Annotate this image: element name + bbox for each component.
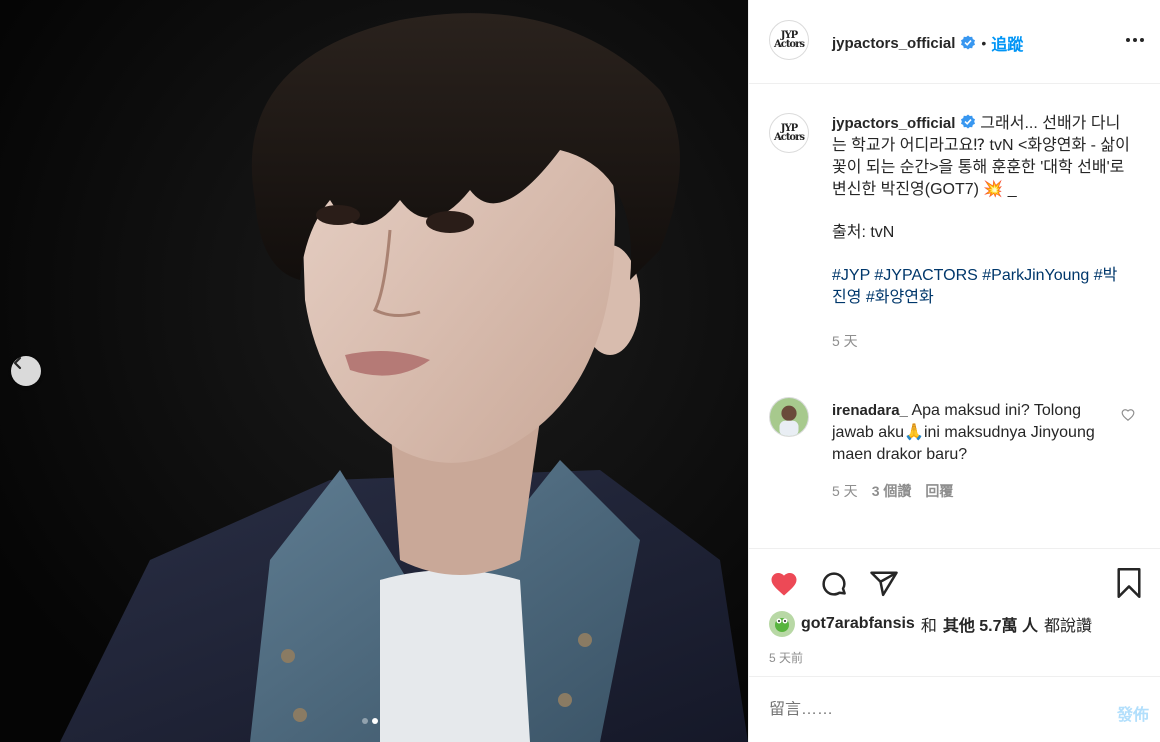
post-timestamp[interactable]: 5 天前 (769, 649, 803, 666)
verified-icon (960, 114, 975, 129)
comment-likes[interactable]: 3 個讚 (872, 480, 912, 502)
chevron-left-icon (13, 356, 22, 370)
caption-source: 출처: tvN (832, 224, 895, 241)
heart-outline-icon (1121, 409, 1135, 422)
comment-reply-button[interactable]: 回覆 (925, 480, 953, 502)
frog-icon (775, 618, 789, 632)
more-options-button[interactable] (1125, 30, 1145, 55)
caption-username[interactable]: jypactors_official (832, 115, 955, 132)
comment-like-button[interactable] (1121, 408, 1135, 427)
comment-username[interactable]: irenadara_ (832, 402, 908, 419)
carousel-dot (362, 718, 368, 724)
comment-icon (822, 572, 846, 596)
add-comment-form: 發佈 (749, 676, 1160, 742)
liker-avatar[interactable] (769, 611, 795, 637)
post-comment-button[interactable]: 發佈 (1117, 701, 1149, 725)
likes-joiner: 和 (920, 618, 937, 635)
brand-logo: JYP Actors (773, 123, 805, 143)
commenter-photo (770, 398, 808, 436)
save-icon (1117, 568, 1141, 598)
author-avatar[interactable]: JYP Actors (769, 20, 809, 60)
more-icon (1126, 38, 1144, 42)
comment-button[interactable] (819, 569, 849, 604)
liker-username[interactable]: got7arabfansis (801, 615, 915, 633)
likes-summary: got7arabfansis 和 其他 5.7萬 人 都說讚 (769, 611, 1092, 637)
commenter-avatar[interactable] (769, 397, 809, 437)
heart-icon (771, 573, 797, 596)
post-sidebar: JYP Actors jypactors_official • 追蹤 JYP A… (748, 0, 1160, 742)
share-button[interactable] (869, 569, 899, 604)
post-caption: jypactors_official 그래서... 선배가 다니는 학교가 어디… (832, 113, 1132, 352)
save-button[interactable] (1115, 567, 1143, 604)
comment-timestamp[interactable]: 5 天 (832, 480, 858, 502)
carousel-dot-active (372, 718, 378, 724)
comment-input[interactable] (769, 701, 1089, 719)
separator: • (981, 35, 987, 51)
carousel-prev-button[interactable] (11, 356, 41, 386)
carousel-indicator (362, 718, 378, 724)
author-username[interactable]: jypactors_official (832, 35, 955, 52)
follow-button[interactable]: 追蹤 (991, 31, 1023, 55)
like-button[interactable] (769, 569, 799, 602)
likes-count[interactable]: 其他 5.7萬 人 (943, 612, 1038, 636)
caption-timestamp[interactable]: 5 天 (832, 330, 1132, 352)
share-icon (870, 571, 898, 597)
post-image[interactable] (0, 0, 748, 742)
portrait-illustration (0, 0, 748, 742)
post-header: JYP Actors jypactors_official • 追蹤 (749, 0, 1160, 84)
caption-author-avatar[interactable]: JYP Actors (769, 113, 809, 153)
caption-hashtags[interactable]: #JYP #JYPACTORS #ParkJinYoung #박진영 #화양연화 (832, 265, 1132, 309)
comments-section: JYP Actors jypactors_official 그래서... 선배가… (749, 85, 1160, 547)
post-actions: got7arabfansis 和 其他 5.7萬 人 都說讚 5 天前 (749, 548, 1160, 676)
likes-suffix: 都說讚 (1043, 618, 1092, 635)
verified-icon (961, 35, 976, 50)
comment-item: irenadara_ Apa maksud ini? Tolong jawab … (832, 400, 1112, 502)
brand-logo: JYP Actors (773, 30, 805, 50)
